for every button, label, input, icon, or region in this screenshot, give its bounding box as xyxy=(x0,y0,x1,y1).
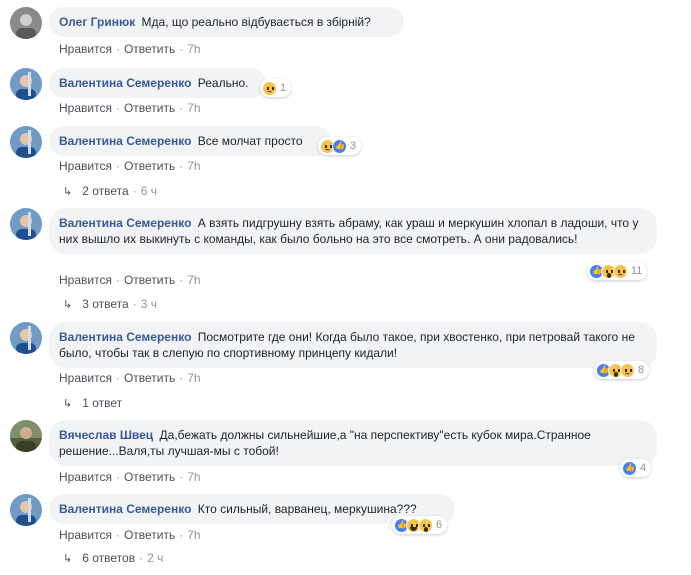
comment-time[interactable]: 7h xyxy=(187,273,200,287)
avatar[interactable] xyxy=(10,7,42,39)
comment-time[interactable]: 7h xyxy=(187,42,200,56)
reply-arrow-icon: ↳ xyxy=(63,185,73,198)
reaction-summary[interactable]: 3 xyxy=(318,137,362,155)
reply-link[interactable]: Ответить xyxy=(124,371,175,385)
comment-bubble: Валентина Семеренко Посмотрите где они! … xyxy=(49,322,657,368)
like-link[interactable]: Нравится xyxy=(59,42,112,56)
comment-bubble: Валентина Семеренко А взять пидгрушну вз… xyxy=(49,208,657,254)
reaction-summary[interactable]: 4 xyxy=(620,459,652,477)
avatar[interactable] xyxy=(10,322,42,354)
comment-text: Кто сильный, варванец, меркушина??? xyxy=(197,502,417,516)
reply-link[interactable]: Ответить xyxy=(124,470,175,484)
avatar[interactable] xyxy=(10,494,42,526)
like-link[interactable]: Нравится xyxy=(59,159,112,173)
view-replies-link[interactable]: ↳ 6 ответов · 2 ч xyxy=(63,551,163,565)
comment-actions: Нравится · Ответить · 7h xyxy=(59,371,201,385)
comment-author[interactable]: Валентина Семеренко xyxy=(59,76,191,90)
sad-reaction-icon xyxy=(620,362,635,378)
like-reaction-icon xyxy=(332,138,347,154)
comment-author[interactable]: Валентина Семеренко xyxy=(59,502,191,516)
comment-bubble: Валентина Семеренко Реально. xyxy=(49,68,266,98)
comment-author[interactable]: Валентина Семеренко xyxy=(59,134,191,148)
reply-link[interactable]: Ответить xyxy=(124,528,175,542)
comment-time[interactable]: 7h xyxy=(187,528,200,542)
reaction-summary[interactable]: 6 xyxy=(392,516,448,534)
reaction-summary[interactable]: 8 xyxy=(594,361,650,379)
replies-time: 3 ч xyxy=(140,297,157,311)
like-link[interactable]: Нравится xyxy=(59,470,112,484)
reaction-summary[interactable]: 1 xyxy=(260,79,292,97)
sad-reaction-icon xyxy=(262,80,277,96)
reply-arrow-icon: ↳ xyxy=(63,298,73,311)
view-replies-link[interactable]: ↳ 3 ответа · 3 ч xyxy=(63,297,157,311)
like-link[interactable]: Нравится xyxy=(59,101,112,115)
comment-author[interactable]: Вячеслав Швец xyxy=(59,428,153,442)
comment-text: Мда, що реально відбувається в збірній? xyxy=(141,15,371,29)
comment-actions: Нравится · Ответить · 7h xyxy=(59,273,201,287)
reaction-count: 8 xyxy=(638,364,645,376)
replies-count[interactable]: 6 ответов xyxy=(82,551,135,565)
avatar[interactable] xyxy=(10,126,42,158)
reaction-count: 3 xyxy=(350,140,357,152)
view-replies-link[interactable]: ↳ 2 ответа · 6 ч xyxy=(63,184,157,198)
reaction-summary[interactable]: 11 xyxy=(587,262,648,280)
avatar[interactable] xyxy=(10,68,42,100)
avatar[interactable] xyxy=(10,208,42,240)
comment-text: Все молчат просто xyxy=(197,134,303,148)
like-link[interactable]: Нравится xyxy=(59,371,112,385)
comment-time[interactable]: 7h xyxy=(187,101,200,115)
reply-link[interactable]: Ответить xyxy=(124,101,175,115)
replies-count[interactable]: 2 ответа xyxy=(82,184,128,198)
comment-actions: Нравится · Ответить · 7h xyxy=(59,42,201,56)
reply-link[interactable]: Ответить xyxy=(124,159,175,173)
reply-link[interactable]: Ответить xyxy=(124,273,175,287)
comment-bubble: Вячеслав Швец Да,бежать должны сильнейши… xyxy=(49,420,657,466)
comment-time[interactable]: 7h xyxy=(187,371,200,385)
comment-time[interactable]: 7h xyxy=(187,159,200,173)
reaction-count: 6 xyxy=(436,519,443,531)
reaction-count: 1 xyxy=(280,82,287,94)
comment-actions: Нравится · Ответить · 7h xyxy=(59,528,201,542)
comment-bubble: Олег Гринюк Мда, що реально відбувається… xyxy=(49,7,404,37)
comment-bubble: Валентина Семеренко Все молчат просто xyxy=(49,126,331,156)
comment-author[interactable]: Валентина Семеренко xyxy=(59,330,191,344)
reply-link[interactable]: Ответить xyxy=(124,42,175,56)
replies-time: 2 ч xyxy=(147,551,164,565)
comment-actions: Нравится · Ответить · 7h xyxy=(59,101,201,115)
avatar[interactable] xyxy=(10,420,42,452)
view-replies-link[interactable]: ↳ 1 ответ xyxy=(63,396,122,410)
replies-time: 6 ч xyxy=(140,184,157,198)
replies-count[interactable]: 3 ответа xyxy=(82,297,128,311)
comment-author[interactable]: Олег Гринюк xyxy=(59,15,135,29)
sad-reaction-icon xyxy=(613,263,628,279)
reply-arrow-icon: ↳ xyxy=(63,552,73,565)
comment-actions: Нравится · Ответить · 7h xyxy=(59,159,201,173)
reply-arrow-icon: ↳ xyxy=(63,397,73,410)
reaction-count: 11 xyxy=(631,265,643,277)
comment-time[interactable]: 7h xyxy=(187,470,200,484)
wow-reaction-icon xyxy=(418,517,433,533)
comment-actions: Нравится · Ответить · 7h xyxy=(59,470,201,484)
like-link[interactable]: Нравится xyxy=(59,273,112,287)
reaction-count: 4 xyxy=(640,462,647,474)
like-link[interactable]: Нравится xyxy=(59,528,112,542)
like-reaction-icon xyxy=(622,460,637,476)
replies-count[interactable]: 1 ответ xyxy=(82,396,122,410)
comment-author[interactable]: Валентина Семеренко xyxy=(59,216,191,230)
comment-text: Реально. xyxy=(197,76,249,90)
